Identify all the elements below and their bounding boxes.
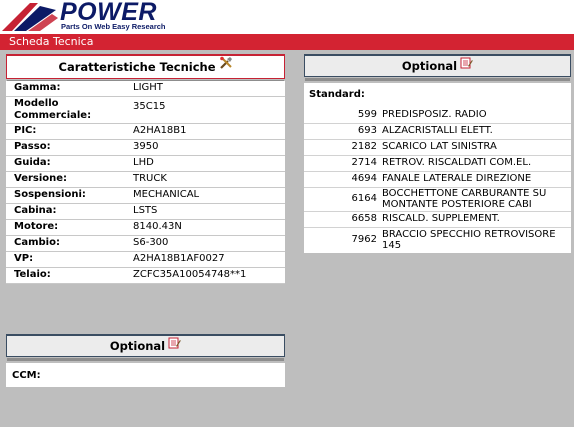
power-logo[interactable]: POWER Parts On Web Easy Research <box>0 0 170 32</box>
tech-row-passo: Passo: 3950 <box>6 140 285 156</box>
option-desc: RISCALD. SUPPLEMENT. <box>382 213 500 224</box>
notes-icon <box>460 55 473 75</box>
tech-row-cabina: Cabina: LSTS <box>6 204 285 220</box>
row-value: TRUCK <box>133 173 167 184</box>
row-value: ZCFC35A10054748**1 <box>133 269 247 280</box>
top-header: POWER Parts On Web Easy Research <box>0 0 574 34</box>
optional-standard-list: Standard: 599 PREDISPOSIZ. RADIO 693 ALZAC… <box>304 83 571 253</box>
row-label: Gamma: <box>14 82 61 93</box>
tech-row-telaio: Telaio: ZCFC35A10054748**1 <box>6 268 285 284</box>
option-code: 6164 <box>351 193 377 204</box>
tech-row-cambio: Cambio: S6-300 <box>6 236 285 252</box>
row-value: 3950 <box>133 141 159 152</box>
row-label: Versione: <box>14 173 68 184</box>
row-value: LIGHT <box>133 82 163 93</box>
optional-item: 4694 FANALE LATERALE DIREZIONE <box>304 171 571 188</box>
logo-swoosh-icon <box>2 3 58 31</box>
page-title: Scheda Tecnica <box>9 35 94 48</box>
row-label: Motore: <box>14 221 59 232</box>
row-label: Sospensioni: <box>14 189 86 200</box>
row-value: A2HA18B1 <box>133 125 187 136</box>
row-label: Telaio: <box>14 269 51 280</box>
optional-title-right: Optional <box>401 59 458 73</box>
row-label: Cabina: <box>14 205 57 216</box>
option-desc: FANALE LATERALE DIREZIONE <box>382 173 532 184</box>
row-value: 35C15 <box>133 101 166 112</box>
optional-item: 6164 BOCCHETTONE CARBURANTE SU MONTANTE P… <box>304 187 571 212</box>
row-value: LSTS <box>133 205 158 216</box>
tools-icon <box>219 55 233 77</box>
standard-label: Standard: <box>309 89 365 100</box>
ccm-label: CCM: <box>12 370 41 381</box>
tech-row-sospensioni: Sospensioni: MECHANICAL <box>6 188 285 204</box>
row-value: MECHANICAL <box>133 189 200 200</box>
option-desc: BRACCIO SPECCHIO RETROVISORE 145 <box>382 229 556 251</box>
tech-row-vp: VP: A2HA18B1AF0027 <box>6 252 285 268</box>
option-code: 4694 <box>351 173 377 184</box>
option-code: 2714 <box>351 157 377 168</box>
row-label: Cambio: <box>14 237 60 248</box>
row-value: LHD <box>133 157 154 168</box>
row-label: Guida: <box>14 157 51 168</box>
tech-row-gamma: Gamma: LIGHT <box>6 81 285 97</box>
option-desc: RETROV. RISCALDATI COM.EL. <box>382 157 532 168</box>
option-desc: SCARICO LAT SINISTRA <box>382 141 497 152</box>
optional-item: 693 ALZACRISTALLI ELETT. <box>304 123 571 140</box>
optional-item: 7962 BRACCIO SPECCHIO RETROVISORE 145 <box>304 227 571 253</box>
optional-item: 2714 RETROV. RISCALDATI COM.EL. <box>304 155 571 172</box>
tech-specs-table: Gamma: LIGHT Modello Commerciale: 35C15 PI… <box>6 81 285 284</box>
row-label: Passo: <box>14 141 51 152</box>
optional-title-left: Optional <box>109 339 166 353</box>
notes-icon <box>168 335 181 355</box>
tech-specs-header: Caratteristiche Tecniche <box>6 54 285 83</box>
option-code: 599 <box>357 109 377 120</box>
optional-item: 2182 SCARICO LAT SINISTRA <box>304 139 571 156</box>
option-desc: PREDISPOSIZ. RADIO <box>382 109 487 120</box>
optional-item: 6658 RISCALD. SUPPLEMENT. <box>304 211 571 228</box>
option-code: 7962 <box>351 234 377 245</box>
tech-row-pic: PIC: A2HA18B1 <box>6 124 285 140</box>
option-code: 693 <box>357 125 377 136</box>
optional-item: 599 PREDISPOSIZ. RADIO <box>304 107 571 124</box>
optional-header-right: Optional <box>304 54 571 81</box>
option-desc: BOCCHETTONE CARBURANTE SU MONTANTE POSTE… <box>382 188 547 210</box>
row-value: 8140.43N <box>133 221 182 232</box>
tech-specs-title: Caratteristiche Tecniche <box>58 60 216 74</box>
option-code: 2182 <box>351 141 377 152</box>
tech-row-versione: Versione: TRUCK <box>6 172 285 188</box>
row-value: S6-300 <box>133 237 169 248</box>
option-desc: ALZACRISTALLI ELETT. <box>382 125 493 136</box>
brand-tagline: Parts On Web Easy Research <box>61 22 166 31</box>
row-label: VP: <box>14 253 34 264</box>
tech-row-modello: Modello Commerciale: 35C15 <box>6 97 285 124</box>
tech-row-guida: Guida: LHD <box>6 156 285 172</box>
row-value: A2HA18B1AF0027 <box>133 253 225 264</box>
row-label: Modello Commerciale: <box>14 98 92 121</box>
title-bar: Scheda Tecnica <box>0 34 574 50</box>
row-label: PIC: <box>14 125 37 136</box>
optional-header-left: Optional <box>6 334 285 361</box>
option-code: 6658 <box>351 213 377 224</box>
ccm-box: CCM: <box>6 363 285 387</box>
tech-row-motore: Motore: 8140.43N <box>6 220 285 236</box>
